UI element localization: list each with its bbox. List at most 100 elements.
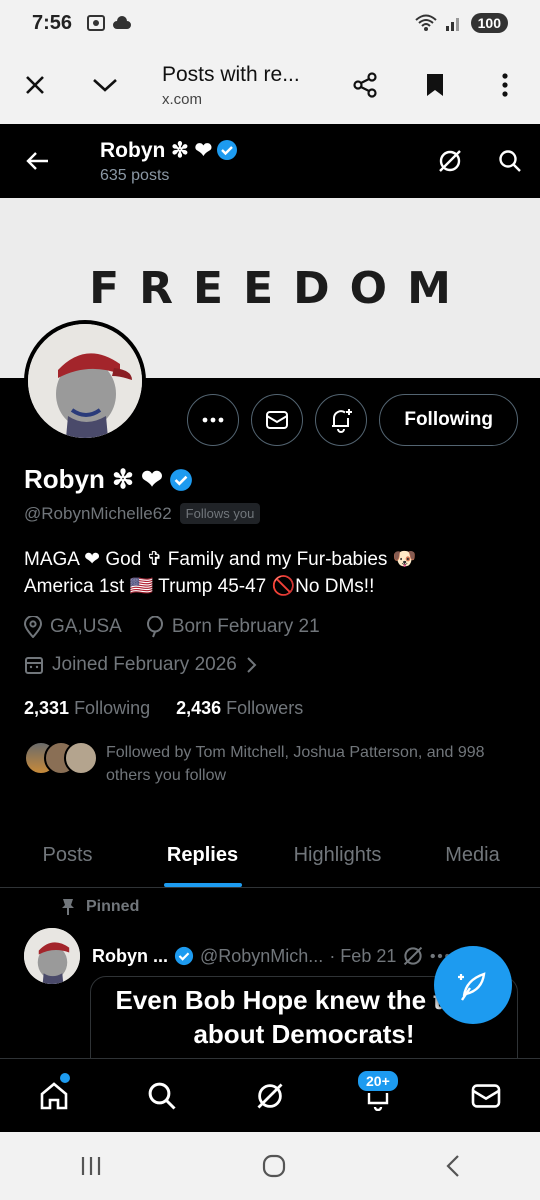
cloud-icon xyxy=(113,16,132,29)
home-notification-dot xyxy=(60,1073,70,1083)
compose-button[interactable] xyxy=(434,946,512,1024)
notifications-badge: 20+ xyxy=(356,1069,400,1093)
balloon-icon xyxy=(146,616,163,638)
mutual-avatars xyxy=(24,741,106,775)
back-button[interactable] xyxy=(0,124,76,198)
profile-top-nav: Robyn ✼ ❤ 635 posts xyxy=(0,124,540,198)
status-right: 100 xyxy=(414,13,508,33)
profile-avatar[interactable] xyxy=(24,320,146,442)
pinned-label: Pinned xyxy=(86,898,140,915)
joined-text: Joined February 2026 xyxy=(52,654,237,675)
battery-indicator: 100 xyxy=(470,13,508,33)
follows-you-badge: Follows you xyxy=(179,503,261,524)
more-horizontal-icon xyxy=(202,417,224,423)
handle-row: @RobynMichelle62 Follows you xyxy=(24,503,524,524)
grok-icon[interactable] xyxy=(402,945,424,967)
nav-display-name: Robyn ✼ ❤ xyxy=(100,138,420,163)
search-button[interactable] xyxy=(480,124,540,198)
meta-row: GA,USA Born February 21 xyxy=(24,616,524,638)
post-avatar[interactable] xyxy=(24,928,80,984)
nav-display-name-text: Robyn ✼ ❤ xyxy=(100,138,213,162)
tab-url: x.com xyxy=(162,90,203,108)
custom-tab-header: Posts with re... x.com xyxy=(0,46,540,124)
status-icons xyxy=(86,14,132,32)
verified-icon xyxy=(169,468,192,491)
bottom-nav: 20+ xyxy=(0,1058,540,1132)
profile-actions: Following xyxy=(187,394,518,446)
joined-row[interactable]: Joined February 2026 xyxy=(24,654,524,676)
following-stat[interactable]: 2,331 Following xyxy=(24,698,150,719)
followed-by[interactable]: Followed by Tom Mitchell, Joshua Patters… xyxy=(24,741,524,787)
mutual-avatar xyxy=(64,741,98,775)
screenshot-icon xyxy=(87,15,106,31)
nav-messages[interactable] xyxy=(432,1059,540,1132)
message-button[interactable] xyxy=(251,394,304,446)
bookmark-button[interactable] xyxy=(400,46,470,124)
profile-tabs: Posts Replies Highlights Media xyxy=(0,824,540,888)
display-name: Robyn ✼ ❤ xyxy=(24,464,524,495)
collapse-button[interactable] xyxy=(70,46,140,124)
location: GA,USA xyxy=(24,616,122,638)
share-icon xyxy=(353,72,377,98)
mail-icon xyxy=(471,1083,501,1108)
system-nav-bar xyxy=(0,1132,540,1200)
nav-grok[interactable] xyxy=(216,1059,324,1132)
chevron-right-icon xyxy=(247,657,257,673)
nav-home[interactable] xyxy=(0,1059,108,1132)
tab-posts[interactable]: Posts xyxy=(0,824,135,887)
search-icon xyxy=(148,1082,176,1110)
birthday-text: Born February 21 xyxy=(171,616,320,637)
pinned-indicator: Pinned xyxy=(60,898,540,916)
posts-count: 635 posts xyxy=(100,166,170,184)
location-pin-icon xyxy=(24,616,42,638)
bio: MAGA ❤ God ✞ Family and my Fur-babies 🐶 … xyxy=(24,546,524,600)
following-button[interactable]: Following xyxy=(379,394,518,446)
signal-icon xyxy=(445,18,459,31)
grok-icon xyxy=(439,150,461,172)
nav-title: Robyn ✼ ❤ 635 posts xyxy=(76,138,420,185)
following-count: 2,331 xyxy=(24,698,70,718)
handle: @RobynMichelle62 xyxy=(24,503,172,523)
grok-button[interactable] xyxy=(420,124,480,198)
grok-icon xyxy=(257,1082,283,1109)
post-date: · Feb 21 xyxy=(329,945,397,966)
wifi-icon xyxy=(414,14,437,31)
profile-page: Robyn ✼ ❤ 635 posts FREEDOM Following Ro… xyxy=(0,124,540,1132)
bookmark-icon xyxy=(427,74,443,96)
pin-icon xyxy=(62,899,74,915)
mail-icon xyxy=(266,411,289,429)
share-button[interactable] xyxy=(330,46,400,124)
nav-notifications[interactable]: 20+ xyxy=(324,1059,432,1132)
tab-replies[interactable]: Replies xyxy=(135,824,270,887)
recents-icon[interactable] xyxy=(79,1155,103,1177)
more-options-button[interactable] xyxy=(470,46,540,124)
followed-by-text: Followed by Tom Mitchell, Joshua Patters… xyxy=(106,744,485,784)
post-author-handle: @RobynMich... xyxy=(200,945,324,966)
location-text: GA,USA xyxy=(50,616,122,637)
tab-title-area: Posts with re... x.com xyxy=(140,63,330,108)
status-bar: 7:56 100 xyxy=(0,0,540,46)
tab-media[interactable]: Media xyxy=(405,824,540,887)
compose-feather-icon xyxy=(458,972,486,1001)
followers-label: Followers xyxy=(226,698,304,718)
back-chevron-icon[interactable] xyxy=(445,1154,461,1178)
profile-info: Robyn ✼ ❤ @RobynMichelle62 Follows you M… xyxy=(24,464,524,787)
home-circle-icon[interactable] xyxy=(262,1154,286,1178)
avatar-illustration xyxy=(28,324,142,438)
arrow-left-icon xyxy=(26,152,48,170)
more-vertical-icon xyxy=(502,73,508,97)
display-name-text: Robyn ✼ ❤ xyxy=(24,464,163,494)
verified-icon xyxy=(217,140,238,160)
calendar-icon xyxy=(25,657,43,674)
close-button[interactable] xyxy=(0,46,70,124)
nav-search[interactable] xyxy=(108,1059,216,1132)
verified-icon xyxy=(174,946,194,966)
bio-line-2: America 1st 🇺🇸 Trump 45-47 🚫No DMs!! xyxy=(24,576,375,597)
followers-stat[interactable]: 2,436 Followers xyxy=(176,698,303,719)
tab-highlights[interactable]: Highlights xyxy=(270,824,405,887)
more-button[interactable] xyxy=(187,394,240,446)
status-time: 7:56 xyxy=(32,11,73,34)
bio-line-1: MAGA ❤ God ✞ Family and my Fur-babies 🐶 xyxy=(24,549,417,570)
post-author-name[interactable]: Robyn ... xyxy=(92,946,168,967)
notify-button[interactable] xyxy=(315,394,368,446)
